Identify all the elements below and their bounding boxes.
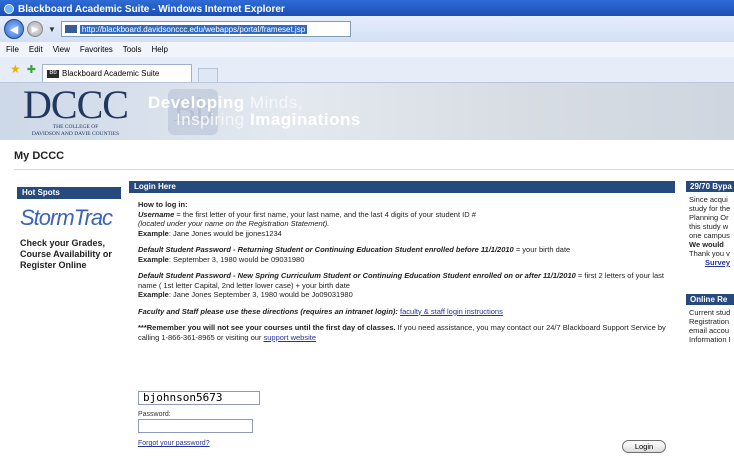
forward-arrow-icon[interactable]: ▶ [27, 21, 43, 37]
username-note: (located under your name on the Registra… [138, 219, 330, 228]
dccc-logo[interactable]: DCCC THE COLLEGE OF DAVIDSON AND DAVIE C… [18, 83, 133, 138]
tagline-line-2: Inspiring Imaginations [176, 110, 361, 129]
hotspots-text[interactable]: Check your Grades, Course Availability o… [20, 238, 125, 271]
bypass-header: 29/70 Bypa [686, 181, 734, 192]
window-title-bar: Blackboard Academic Suite - Windows Inte… [0, 0, 734, 16]
menu-bar: File Edit View Favorites Tools Help [0, 42, 734, 57]
divider [14, 169, 734, 170]
site-banner: DCCC THE COLLEGE OF DAVIDSON AND DAVIE C… [0, 83, 734, 140]
back-arrow-icon[interactable]: ◀ [4, 19, 24, 39]
menu-view[interactable]: View [53, 45, 70, 54]
address-bar[interactable]: http://blackboard.davidsonccc.edu/webapp… [60, 21, 351, 37]
how-title: How to log in: [138, 200, 188, 209]
login-button[interactable]: Login [622, 440, 666, 453]
remember-note: ***Remember you will not see your course… [138, 323, 396, 332]
login-instructions: How to log in: Username = the first lett… [138, 200, 678, 349]
browser-tab[interactable]: Bb Blackboard Academic Suite [41, 64, 192, 82]
menu-help[interactable]: Help [151, 45, 167, 54]
password-input[interactable] [138, 419, 253, 433]
logo-text: DCCC [23, 83, 129, 127]
username-line: Username = the first letter of your firs… [138, 209, 476, 219]
tab-label: Blackboard Academic Suite [61, 69, 160, 78]
online-reg-text: Current stud Registration email accou In… [689, 308, 731, 344]
survey-link[interactable]: Survey [705, 258, 730, 267]
window-title: Blackboard Academic Suite - Windows Inte… [18, 3, 285, 15]
bypass-module: 29/70 Bypa Since acqui study for the Pla… [686, 181, 734, 267]
username-example: Example: Jane Jones would be jjones1234 [138, 228, 282, 238]
favorites-bar: ★ ✚ Bb Blackboard Academic Suite [0, 57, 734, 83]
history-dropdown-icon[interactable]: ▼ [48, 25, 56, 34]
support-website-link[interactable]: support website [264, 333, 317, 342]
password-example-2: Example: Jane Jones September 3, 1980 wo… [138, 290, 353, 299]
login-header: Login Here [129, 181, 675, 193]
ie-logo-icon [4, 4, 14, 14]
menu-tools[interactable]: Tools [123, 45, 142, 54]
username-input[interactable]: bjohnson5673 [138, 391, 260, 405]
bypass-text: Since acqui study for the Planning Or th… [689, 195, 731, 267]
page-title: My DCCC [14, 150, 65, 162]
forgot-password-link[interactable]: Forgot your password? [138, 440, 210, 447]
address-row: ◀ ▶ ▼ http://blackboard.davidsonccc.edu/… [0, 16, 734, 42]
menu-file[interactable]: File [6, 45, 19, 54]
default-password-1: Default Student Password - Returning Stu… [138, 245, 571, 254]
menu-favorites[interactable]: Favorites [80, 45, 113, 54]
new-tab-button[interactable] [197, 68, 218, 82]
password-example-1: Example: September 3, 1980 would be 0903… [138, 254, 305, 264]
online-registration-module: Online Re Current stud Registration emai… [686, 294, 734, 344]
online-reg-header: Online Re [686, 294, 734, 305]
faculty-text: Faculty and Staff please use these direc… [138, 306, 401, 316]
default-password-2: Default Student Password - New Spring Cu… [138, 271, 664, 290]
page-icon [64, 25, 77, 33]
hotspots-header: Hot Spots [17, 187, 121, 199]
add-favorite-icon[interactable]: ✚ [27, 63, 36, 76]
favorites-star-icon[interactable]: ★ [10, 62, 21, 76]
stormtrac-logo[interactable]: StormTrac [20, 205, 113, 231]
password-label: Password: [138, 411, 171, 418]
logo-subtitle-2: DAVIDSON AND DAVIE COUNTIES [31, 131, 120, 137]
address-url[interactable]: http://blackboard.davidsonccc.edu/webapp… [79, 24, 308, 34]
faculty-login-link[interactable]: faculty & staff login instructions [400, 307, 503, 316]
menu-edit[interactable]: Edit [29, 45, 43, 54]
blackboard-favicon-icon: Bb [46, 69, 59, 78]
